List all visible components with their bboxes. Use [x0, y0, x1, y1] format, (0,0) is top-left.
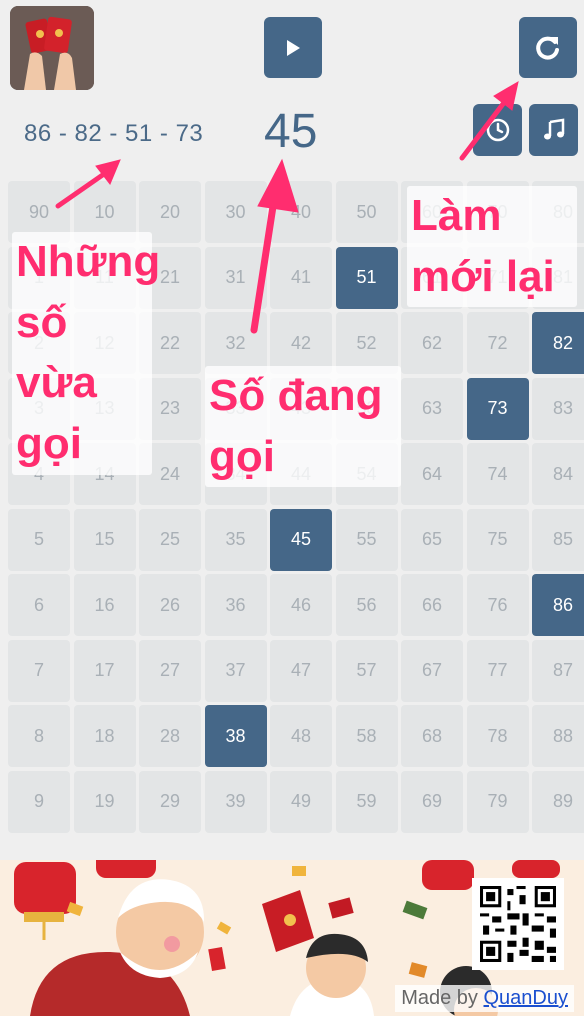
number-cell: 83 [532, 377, 584, 440]
number-cell: 74 [466, 443, 529, 505]
number-cell: 35 [204, 508, 267, 571]
promo-banner: Made by QuanDuy [0, 860, 584, 1016]
number-cell: 47 [270, 639, 332, 702]
number-cell: 55 [335, 508, 398, 571]
recent-numbers: 86 - 82 - 51 - 73 [24, 120, 204, 147]
play-button[interactable] [264, 17, 322, 78]
number-cell: 40 [270, 181, 332, 243]
number-cell: 7 [8, 639, 70, 702]
number-cell: 72 [466, 312, 529, 374]
number-cell: 67 [401, 639, 463, 702]
number-cell: 27 [139, 639, 201, 702]
number-cell: 48 [270, 705, 332, 767]
called-number-cell: 45 [270, 508, 332, 571]
number-cell: 6 [8, 574, 70, 636]
annotation-recent: Những số vừa gọi [12, 232, 160, 475]
number-cell: 79 [466, 770, 529, 833]
annotation-refresh: Làm mới lại [407, 186, 577, 308]
number-cell: 15 [73, 508, 136, 571]
number-cell: 69 [401, 770, 463, 833]
number-cell: 28 [139, 705, 201, 767]
number-cell: 18 [73, 705, 136, 767]
author-link[interactable]: QuanDuy [484, 987, 569, 1009]
number-cell: 65 [401, 508, 463, 571]
number-cell: 78 [466, 705, 529, 767]
number-cell: 56 [335, 574, 398, 636]
number-cell: 42 [270, 312, 332, 374]
number-cell: 75 [466, 508, 529, 571]
music-button[interactable] [529, 104, 578, 156]
credit-text: Made by QuanDuy [395, 985, 574, 1012]
number-cell: 68 [401, 705, 463, 767]
number-cell: 76 [466, 574, 529, 636]
app-logo [10, 6, 94, 90]
play-icon [287, 39, 300, 56]
number-cell: 85 [532, 508, 584, 571]
number-cell: 89 [532, 770, 584, 833]
number-cell: 25 [139, 508, 201, 571]
number-cell: 46 [270, 574, 332, 636]
number-cell: 41 [270, 246, 332, 309]
number-cell: 17 [73, 639, 136, 702]
refresh-button[interactable] [519, 17, 577, 78]
number-cell: 52 [335, 312, 398, 374]
number-cell: 5 [8, 508, 70, 571]
called-number-cell: 38 [204, 705, 267, 767]
number-cell: 66 [401, 574, 463, 636]
qr-code [472, 878, 564, 970]
called-number-cell: 73 [466, 377, 529, 440]
current-number: 45 [264, 105, 318, 158]
number-cell: 37 [204, 639, 267, 702]
history-button[interactable] [473, 104, 522, 156]
number-cell: 32 [204, 312, 267, 374]
number-cell: 87 [532, 639, 584, 702]
clock-icon [486, 118, 509, 142]
number-cell: 62 [401, 312, 463, 374]
called-number-cell: 86 [532, 574, 584, 636]
number-cell: 84 [532, 443, 584, 505]
number-cell: 30 [204, 181, 267, 243]
number-cell: 64 [401, 443, 463, 505]
number-cell: 63 [401, 377, 463, 440]
number-cell: 29 [139, 770, 201, 833]
number-cell: 50 [335, 181, 398, 243]
number-cell: 26 [139, 574, 201, 636]
number-cell: 19 [73, 770, 136, 833]
number-cell: 31 [204, 246, 267, 309]
music-note-icon [543, 118, 564, 140]
number-cell: 9 [8, 770, 70, 833]
called-number-cell: 51 [335, 246, 398, 309]
number-cell: 36 [204, 574, 267, 636]
number-cell: 16 [73, 574, 136, 636]
made-by-label: Made by [401, 987, 478, 1009]
number-cell: 59 [335, 770, 398, 833]
number-cell: 8 [8, 705, 70, 767]
called-number-cell: 82 [532, 312, 584, 374]
number-cell: 39 [204, 770, 267, 833]
number-cell: 77 [466, 639, 529, 702]
number-cell: 49 [270, 770, 332, 833]
number-cell: 57 [335, 639, 398, 702]
number-cell: 88 [532, 705, 584, 767]
refresh-icon [536, 36, 559, 60]
number-cell: 58 [335, 705, 398, 767]
annotation-current: Số đang gọi [205, 366, 401, 488]
qr-code-graphic [480, 886, 556, 962]
